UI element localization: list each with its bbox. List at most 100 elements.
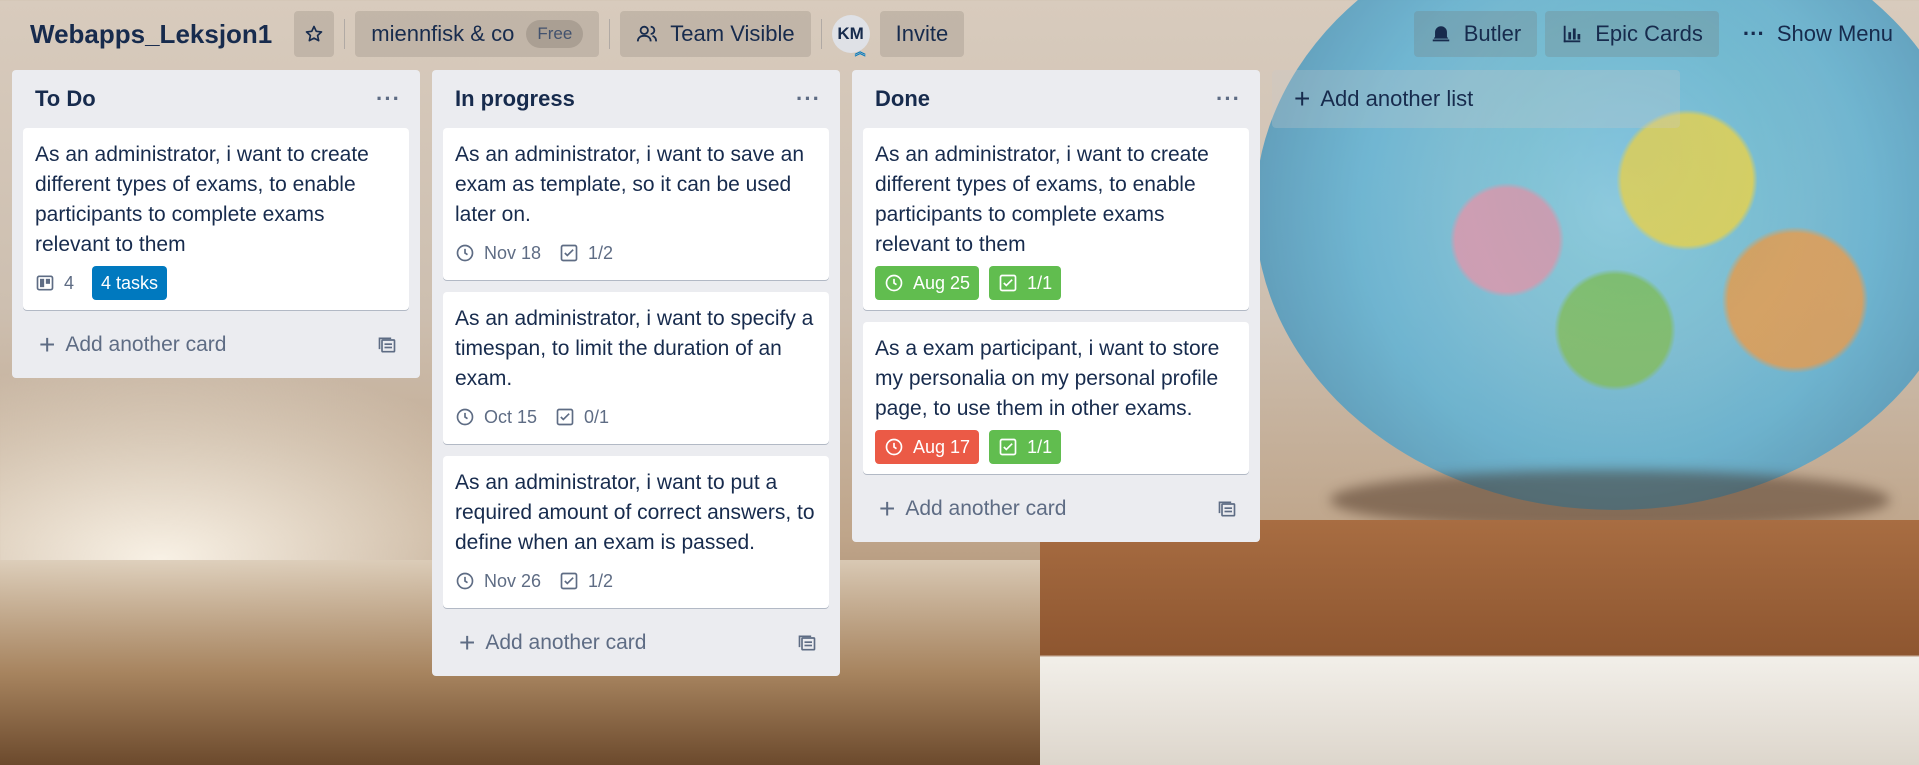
avatar[interactable]: KM ︽ [831, 15, 870, 58]
plus-icon: + [879, 493, 896, 524]
team-name: miennfisk & co [371, 21, 515, 46]
add-card-label: Add another card [65, 333, 227, 356]
due-date-badge: Oct 15 [455, 407, 537, 428]
visibility-button[interactable]: Team Visible [620, 11, 811, 57]
card[interactable]: As an administrator, i want to specify a… [443, 292, 829, 444]
show-menu-label: Show Menu [1776, 21, 1893, 46]
due-date: Nov 26 [484, 570, 542, 591]
add-card-button[interactable]: + Add another card [443, 620, 829, 666]
list-header: To Do ··· [23, 70, 409, 128]
add-card-button[interactable]: + Add another card [863, 486, 1249, 532]
board-canvas: To Do ··· As an administrator, i want to… [12, 70, 1680, 676]
epic-cards-label: Epic Cards [1595, 21, 1703, 46]
checklist-complete-badge: 1/1 [989, 266, 1062, 300]
separator [820, 19, 822, 49]
avatar-initials: KM [837, 24, 864, 43]
checklist-count: 1/1 [1027, 436, 1053, 457]
visibility-label: Team Visible [670, 21, 795, 46]
clock-icon [884, 273, 904, 293]
card-title: As an administrator, i want to put a req… [455, 471, 815, 554]
card-badges: Nov 26 1/2 [455, 564, 817, 598]
list-menu-icon[interactable]: ··· [1216, 86, 1241, 112]
butler-button[interactable]: Butler [1413, 11, 1538, 57]
admin-chevron-icon: ︽ [854, 46, 866, 58]
add-card-label: Add another card [485, 631, 647, 654]
checkbox-icon [559, 571, 579, 591]
clock-icon [455, 243, 475, 263]
show-menu-button[interactable]: ··· Show Menu [1727, 11, 1909, 57]
plus-icon: + [39, 329, 56, 360]
card-title: As an administrator, i want to create di… [875, 143, 1209, 256]
bell-icon [1430, 23, 1452, 45]
checkbox-icon [998, 273, 1018, 293]
team-icon [636, 23, 658, 45]
board-title[interactable]: Webapps_Leksjon1 [30, 19, 272, 50]
plan-badge: Free [526, 20, 584, 48]
team-button[interactable]: miennfisk & co Free [355, 11, 600, 57]
due-date: Oct 15 [484, 406, 538, 427]
due-date-badge: Nov 18 [455, 243, 541, 264]
add-list-button[interactable]: + Add another list [1272, 70, 1680, 128]
list-title[interactable]: To Do [35, 86, 96, 112]
card[interactable]: As an administrator, i want to create di… [23, 128, 409, 310]
card[interactable]: As an administrator, i want to create di… [863, 128, 1249, 310]
clock-icon [884, 437, 904, 457]
template-icon[interactable] [377, 335, 397, 355]
plus-icon: + [459, 627, 476, 658]
checkbox-icon [555, 407, 575, 427]
list-header: In progress ··· [443, 70, 829, 128]
card[interactable]: As a exam participant, i want to store m… [863, 322, 1249, 474]
list-todo: To Do ··· As an administrator, i want to… [12, 70, 420, 378]
card-title: As a exam participant, i want to store m… [875, 337, 1220, 420]
due-date-overdue-badge: Aug 17 [875, 430, 980, 464]
separator [344, 19, 346, 49]
clock-icon [455, 407, 475, 427]
checklist-badge: 1/2 [559, 243, 613, 264]
checklist-count: 0/1 [584, 406, 610, 427]
card-title: As an administrator, i want to specify a… [455, 307, 814, 390]
checklist-complete-badge: 1/1 [989, 430, 1062, 464]
star-button[interactable] [294, 11, 335, 57]
add-card-button[interactable]: + Add another card [23, 322, 409, 368]
tasks-label: 4 tasks [92, 266, 168, 300]
invite-label: Invite [895, 21, 949, 46]
bar-chart-icon [1561, 23, 1583, 45]
checkbox-icon [998, 437, 1018, 457]
checkbox-icon [559, 243, 579, 263]
template-icon[interactable] [797, 633, 817, 653]
template-icon[interactable] [1217, 499, 1237, 519]
star-icon [304, 24, 324, 44]
separator [609, 19, 611, 49]
checklist-count: 1/1 [1027, 272, 1053, 293]
card-title: As an administrator, i want to create di… [35, 143, 369, 256]
list-menu-icon[interactable]: ··· [796, 86, 821, 112]
list-in-progress: In progress ··· As an administrator, i w… [432, 70, 840, 676]
due-date: Aug 25 [913, 272, 971, 293]
add-list-label: Add another list [1320, 86, 1474, 111]
list-title[interactable]: Done [875, 86, 930, 112]
due-date-complete-badge: Aug 25 [875, 266, 980, 300]
epic-cards-button[interactable]: Epic Cards [1545, 11, 1719, 57]
invite-button[interactable]: Invite [879, 11, 965, 57]
card-badges: Aug 25 1/1 [875, 266, 1237, 300]
card-title: As an administrator, i want to save an e… [455, 143, 805, 226]
list-title[interactable]: In progress [455, 86, 575, 112]
cards-icon [35, 273, 55, 293]
card-badges: Oct 15 0/1 [455, 400, 817, 434]
checklist-count: 1/2 [588, 570, 614, 591]
checklist-badge: 0/1 [555, 407, 609, 428]
plus-icon: + [1294, 83, 1311, 114]
header-right: Butler Epic Cards ··· Show Menu [1413, 11, 1909, 57]
card-count: 4 [64, 272, 75, 293]
card-count-badge: 4 [35, 273, 74, 294]
card-badges: Aug 17 1/1 [875, 430, 1237, 464]
list-menu-icon[interactable]: ··· [376, 86, 401, 112]
checklist-badge: 1/2 [559, 571, 613, 592]
board-header: Webapps_Leksjon1 miennfisk & co Free Tea… [0, 0, 1919, 68]
checklist-count: 1/2 [588, 242, 614, 263]
list-done: Done ··· As an administrator, i want to … [852, 70, 1260, 542]
card[interactable]: As an administrator, i want to save an e… [443, 128, 829, 280]
card[interactable]: As an administrator, i want to put a req… [443, 456, 829, 608]
card-badges: 4 4 tasks [35, 266, 397, 300]
add-card-label: Add another card [905, 497, 1067, 520]
